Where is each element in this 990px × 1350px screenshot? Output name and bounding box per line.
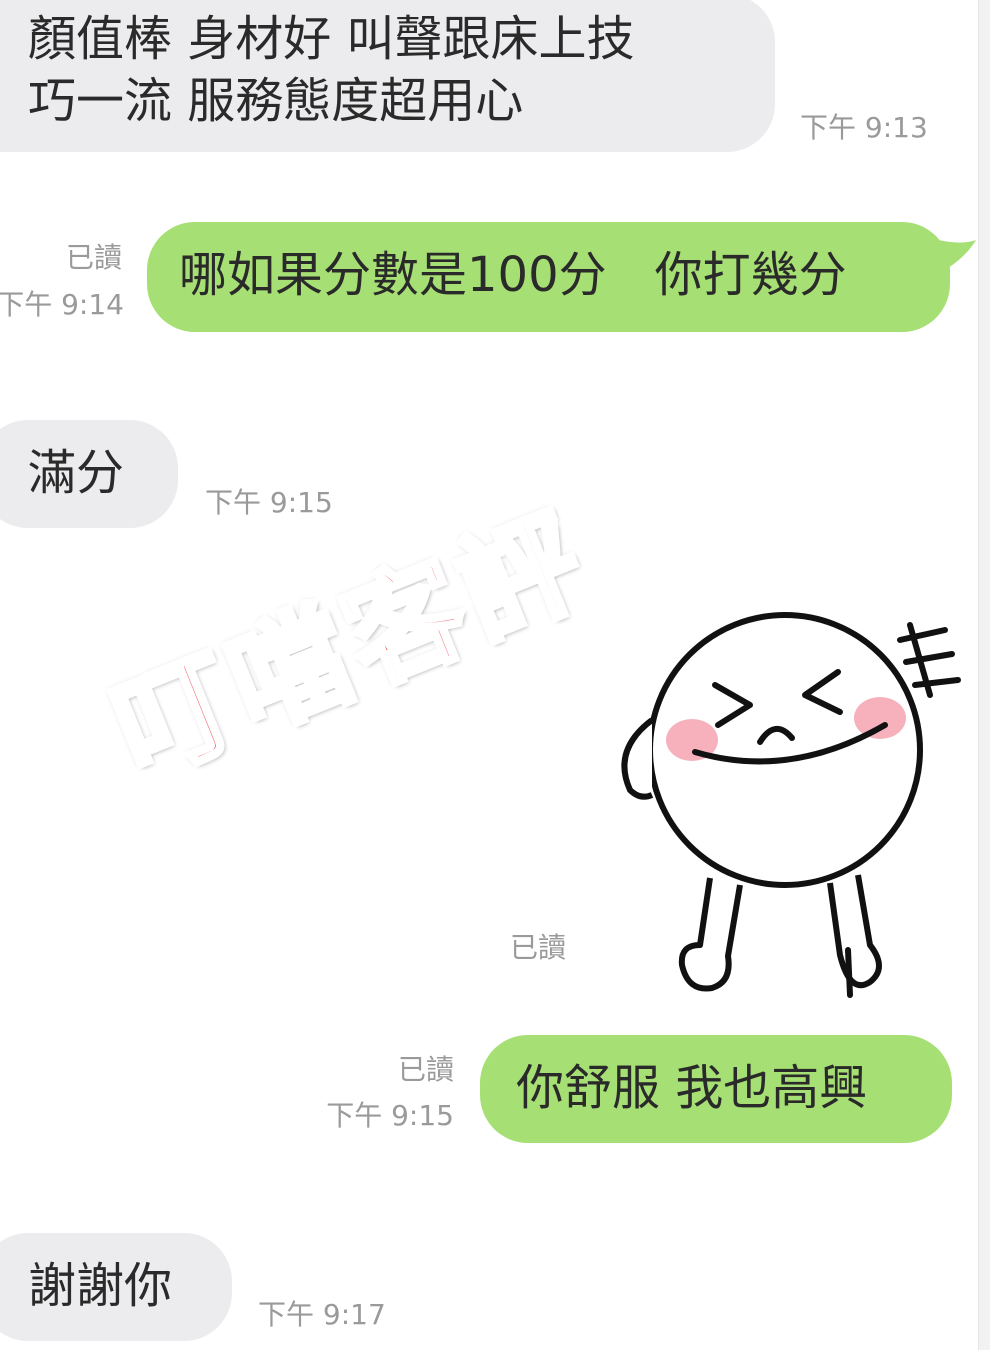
bubble-tail — [930, 238, 976, 274]
message-text: 你舒服 我也高興 — [516, 1060, 868, 1116]
message-timestamp: 下午 9:15 — [205, 486, 333, 519]
message-timestamp: 下午 9:13 — [800, 111, 928, 144]
incoming-message-bubble[interactable]: 顏值棒 身材好 叫聲跟床上技 巧一流 服務態度超用心 — [0, 0, 775, 152]
message-text: 謝謝你 — [28, 1258, 173, 1314]
message-timestamp: 下午 9:15 — [326, 1099, 454, 1132]
incoming-message-bubble[interactable]: 滿分 — [0, 420, 178, 528]
message-text: 滿分 — [28, 445, 125, 501]
laughing-face-sticker[interactable] — [600, 600, 980, 1010]
message-timestamp: 下午 9:17 — [258, 1298, 386, 1331]
incoming-message-bubble[interactable]: 謝謝你 — [0, 1233, 232, 1341]
message-timestamp: 下午 9:14 — [0, 288, 124, 321]
watermark-text: 叮噹客評 — [93, 487, 610, 806]
message-line: 顏值棒 身材好 叫聲跟床上技 — [28, 11, 635, 67]
read-receipt: 已讀 — [65, 241, 122, 274]
read-receipt: 已讀 — [510, 931, 567, 964]
outgoing-message-bubble[interactable]: 你舒服 我也高興 — [480, 1035, 952, 1143]
message-line: 巧一流 服務態度超用心 — [28, 73, 524, 129]
message-text: 哪如果分數是100分 你打幾分 — [179, 247, 847, 303]
outgoing-message-bubble[interactable]: 哪如果分數是100分 你打幾分 — [147, 222, 950, 332]
read-receipt: 已讀 — [397, 1053, 454, 1086]
